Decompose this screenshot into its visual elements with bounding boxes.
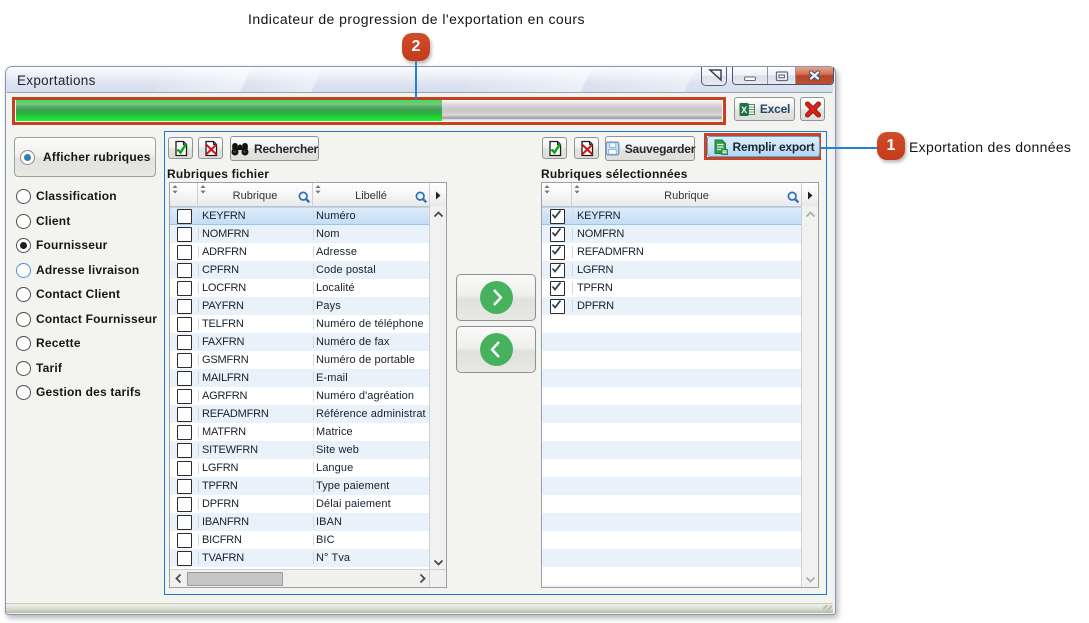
svg-text:X: X (741, 105, 747, 115)
